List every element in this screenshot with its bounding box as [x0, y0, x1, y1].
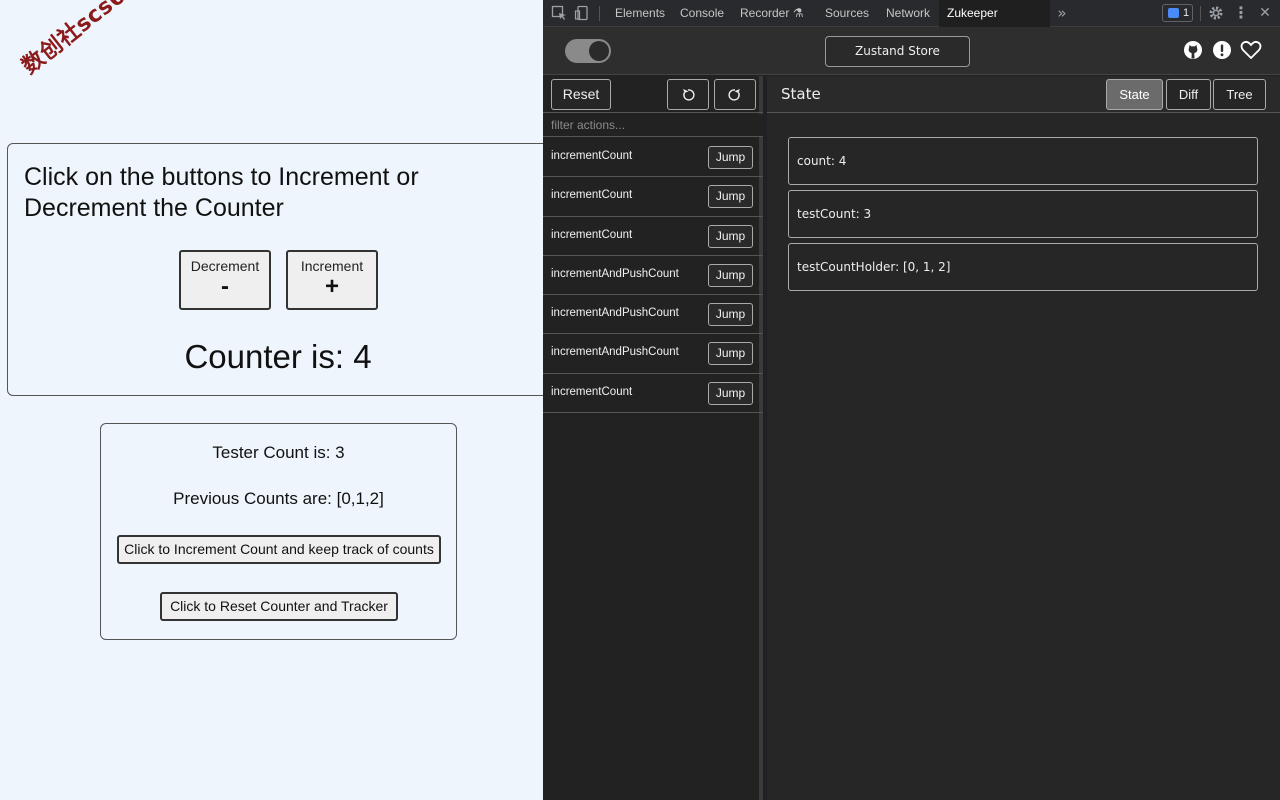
jump-button[interactable]: Jump	[708, 224, 753, 248]
heart-icon[interactable]	[1240, 40, 1262, 62]
close-icon[interactable]: ✕	[1257, 5, 1273, 21]
issues-icon	[1168, 8, 1179, 18]
watermark: 数创社scs66	[17, 0, 144, 80]
tab-network[interactable]: Network	[878, 0, 938, 27]
tab-elements[interactable]: Elements	[607, 0, 673, 27]
decrement-button[interactable]: Decrement -	[179, 250, 271, 310]
state-toolbar: State State Diff Tree	[767, 76, 1280, 113]
alert-icon[interactable]	[1212, 40, 1234, 62]
jump-button[interactable]: Jump	[708, 381, 753, 405]
minus-symbol: -	[221, 273, 229, 300]
jump-button[interactable]: Jump	[708, 146, 753, 169]
inspect-icon[interactable]	[551, 5, 567, 21]
action-row[interactable]: incrementCount Jump	[543, 374, 763, 414]
redo-button[interactable]	[714, 79, 756, 110]
increment-button[interactable]: Increment +	[286, 250, 378, 310]
action-name: incrementCount	[551, 150, 633, 162]
state-item: testCountHolder: [0, 1, 2]	[788, 243, 1258, 291]
actions-toolbar: Reset	[543, 76, 763, 113]
jump-button[interactable]: Jump	[708, 185, 753, 209]
toolbar-separator	[1200, 6, 1201, 21]
reset-counter-button[interactable]: Click to Reset Counter and Tracker	[160, 592, 398, 621]
reset-button[interactable]: Reset	[551, 79, 611, 110]
settings-gear-icon[interactable]	[1208, 5, 1224, 21]
tab-recorder-label: Recorder	[740, 6, 790, 20]
counter-card: Click on the buttons to Increment or Dec…	[7, 143, 543, 396]
increment-label: Increment	[300, 258, 364, 274]
tab-separator	[599, 6, 600, 21]
tab-sources[interactable]: Sources	[817, 0, 877, 27]
panel-title: State	[781, 85, 821, 103]
jump-button[interactable]: Jump	[708, 342, 753, 366]
action-name: incrementAndPushCount	[551, 307, 679, 320]
tester-card: Tester Count is: 3 Previous Counts are: …	[100, 423, 457, 640]
github-icon[interactable]	[1183, 40, 1205, 62]
recorder-flask-icon: ⚗	[792, 6, 804, 20]
action-name: incrementCount	[551, 385, 633, 398]
issues-count: 1	[1183, 7, 1190, 19]
view-tab-tree[interactable]: Tree	[1213, 79, 1266, 110]
jump-button[interactable]: Jump	[708, 303, 753, 327]
state-item: count: 4	[788, 137, 1258, 185]
redo-icon	[727, 88, 743, 107]
action-row[interactable]: incrementAndPushCount Jump	[543, 256, 763, 296]
action-name: incrementAndPushCount	[551, 267, 679, 280]
action-row[interactable]: incrementCount Jump	[543, 177, 763, 217]
state-list: count: 4 testCount: 3 testCountHolder: [0,…	[788, 137, 1258, 296]
toggle-knob	[589, 41, 609, 61]
tester-count-text: Tester Count is: 3	[212, 443, 345, 462]
view-tab-state[interactable]: State	[1106, 79, 1163, 110]
tab-zukeeper-devtools[interactable]: Zukeeper DevTools	[939, 0, 1050, 47]
action-row[interactable]: incrementAndPushCount Jump	[543, 295, 763, 335]
undo-button[interactable]	[667, 79, 709, 110]
view-tab-diff[interactable]: Diff	[1166, 79, 1211, 110]
action-row[interactable]: incrementAndPushCount Jump	[543, 334, 763, 374]
action-name: incrementCount	[551, 228, 633, 241]
kebab-menu-icon[interactable]: ⋮	[1233, 5, 1249, 21]
action-row[interactable]: incrementCount Jump	[543, 217, 763, 256]
devtools-tabbar: Elements Console Recorder ⚗ Sources Netw…	[543, 0, 1280, 47]
action-name: incrementCount	[551, 189, 633, 202]
more-tabs-icon[interactable]: »	[1054, 5, 1070, 21]
state-pane: State State Diff Tree count: 4 testCount:…	[767, 76, 1280, 800]
app-page: 数创社scs66 Click on the buttons to Increme…	[0, 0, 543, 800]
undo-icon	[680, 88, 696, 107]
increment-and-track-button[interactable]: Click to Increment Count and keep track …	[117, 535, 441, 564]
state-item: testCount: 3	[788, 190, 1258, 238]
previous-counts-text: Previous Counts are: [0,1,2]	[173, 489, 384, 508]
action-name: incrementAndPushCount	[551, 346, 679, 359]
plus-symbol: +	[324, 273, 339, 300]
theme-toggle[interactable]	[565, 39, 611, 63]
tab-recorder[interactable]: Recorder ⚗	[732, 0, 811, 27]
filter-actions-input[interactable]	[543, 114, 763, 137]
zustand-store-button[interactable]: Zustand Store	[825, 36, 970, 67]
action-row[interactable]: incrementCount Jump	[543, 138, 763, 178]
action-list: incrementCount Jump incrementCount Jump incr…	[543, 138, 763, 414]
device-toggle-icon[interactable]	[574, 5, 590, 21]
instructions-text: Click on the buttons to Increment or Dec…	[24, 163, 419, 222]
jump-button[interactable]: Jump	[708, 263, 753, 287]
decrement-label: Decrement	[190, 258, 260, 274]
devtools-panel: Elements Console Recorder ⚗ Sources Netw…	[543, 0, 1280, 800]
tab-console[interactable]: Console	[672, 0, 732, 27]
zukeeper-header: Zustand Store	[543, 27, 1280, 75]
actions-pane: Reset incrementCount Jump incrementCount Ju…	[543, 76, 763, 800]
counter-display: Counter is: 4	[184, 338, 372, 375]
issues-badge[interactable]: 1	[1162, 4, 1193, 22]
